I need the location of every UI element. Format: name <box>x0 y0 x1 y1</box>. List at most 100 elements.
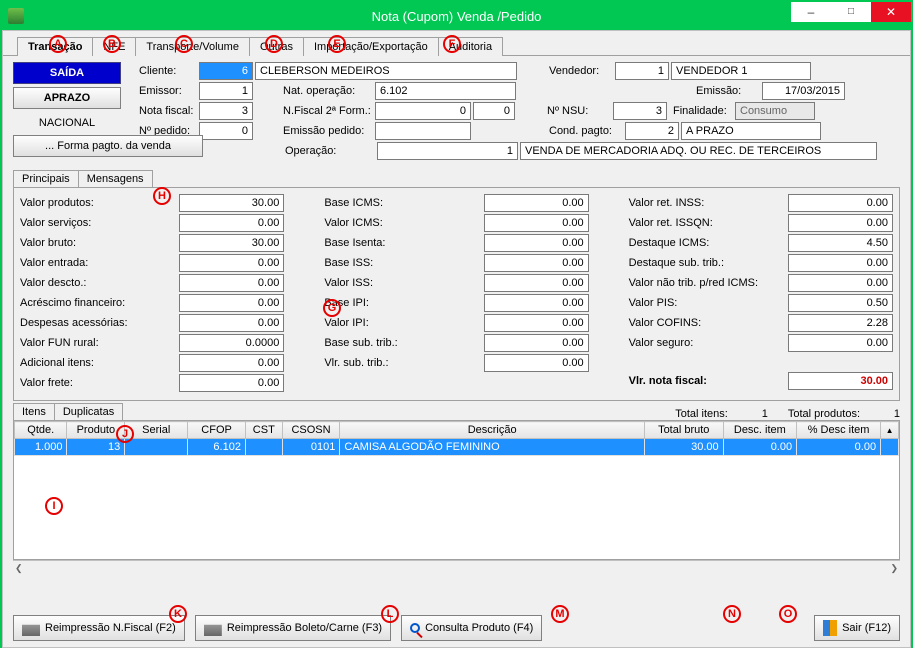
reimpressao-nfiscal-label: Reimpressão N.Fiscal (F2) <box>45 622 176 634</box>
value-label: Valor ICMS: <box>324 217 454 229</box>
vendedor-cod-input[interactable] <box>615 62 669 80</box>
cond-pagto-desc-input[interactable] <box>681 122 821 140</box>
value-input[interactable] <box>484 274 589 292</box>
vendedor-nome-input[interactable] <box>671 62 811 80</box>
value-label: Valor FUN rural: <box>20 337 150 349</box>
value-input[interactable] <box>788 314 893 332</box>
grid-scrollbar[interactable]: ❮❯ <box>13 560 900 576</box>
grid-header[interactable]: Qtde. <box>15 422 67 439</box>
tab-outras[interactable]: Outras <box>249 37 304 56</box>
grid-header[interactable]: CFOP <box>188 422 246 439</box>
tab-transporte-volume[interactable]: Transporte/Volume <box>135 37 250 56</box>
value-input[interactable] <box>179 234 284 252</box>
grid-header[interactable]: % Desc item <box>797 422 881 439</box>
value-input[interactable] <box>179 254 284 272</box>
value-input[interactable] <box>484 234 589 252</box>
value-label: Valor bruto: <box>20 237 150 249</box>
value-input[interactable] <box>179 274 284 292</box>
nfiscal2-b-input[interactable] <box>473 102 515 120</box>
grid-header[interactable]: Desc. item <box>723 422 796 439</box>
subtab-duplicatas[interactable]: Duplicatas <box>54 403 123 420</box>
tab-auditoria[interactable]: Auditoria <box>438 37 503 56</box>
nfiscal2-a-input[interactable] <box>375 102 471 120</box>
values-panel: Valor produtos:Valor serviços:Valor brut… <box>13 187 900 401</box>
operacao-desc-input[interactable] <box>520 142 877 160</box>
grid-header[interactable]: Serial <box>125 422 188 439</box>
value-input[interactable] <box>179 314 284 332</box>
nsu-input[interactable] <box>613 102 667 120</box>
close-button[interactable] <box>871 2 911 22</box>
emissao-pedido-input[interactable] <box>375 122 471 140</box>
aprazo-button[interactable]: APRAZO <box>13 87 121 109</box>
value-input[interactable] <box>179 194 284 212</box>
value-label: Valor frete: <box>20 377 150 389</box>
items-grid[interactable]: Qtde.ProdutoSerialCFOPCSTCSOSNDescriçãoT… <box>13 420 900 560</box>
value-label: Destaque sub. trib.: <box>629 257 759 269</box>
value-label: Base Isenta: <box>324 237 454 249</box>
value-input[interactable] <box>484 194 589 212</box>
value-label: Valor COFINS: <box>629 317 759 329</box>
reimpressao-nfiscal-button[interactable]: Reimpressão N.Fiscal (F2) <box>13 615 185 641</box>
num-pedido-input[interactable] <box>199 122 253 140</box>
table-row[interactable]: 1.000136.1020101CAMISA ALGODÃO FEMININO3… <box>15 439 899 456</box>
vlr-nota-fiscal-input[interactable] <box>788 372 893 390</box>
subtab-itens[interactable]: Itens <box>13 403 55 420</box>
value-label: Destaque ICMS: <box>629 237 759 249</box>
sair-button[interactable]: Sair (F12) <box>814 615 900 641</box>
nat-oper-input[interactable] <box>375 82 516 100</box>
value-input[interactable] <box>788 274 893 292</box>
value-input[interactable] <box>484 314 589 332</box>
reimpressao-boleto-button[interactable]: Reimpressão Boleto/Carne (F3) <box>195 615 391 641</box>
consulta-produto-button[interactable]: Consulta Produto (F4) <box>401 615 542 641</box>
grid-header[interactable]: CSOSN <box>282 422 340 439</box>
value-input[interactable] <box>179 354 284 372</box>
grid-header[interactable]: Descrição <box>340 422 644 439</box>
grid-scroll-up[interactable]: ▲ <box>881 422 899 439</box>
search-icon <box>410 623 420 633</box>
value-label: Valor não trib. p/red ICMS: <box>629 277 759 289</box>
value-input[interactable] <box>484 254 589 272</box>
tab-transacao[interactable]: Transação <box>17 37 93 56</box>
operacao-label: Operação: <box>285 145 377 157</box>
emissor-input[interactable] <box>199 82 253 100</box>
forma-pagto-button[interactable]: ... Forma pagto. da venda <box>13 135 203 157</box>
value-input[interactable] <box>484 214 589 232</box>
value-input[interactable] <box>484 294 589 312</box>
total-produtos-label: Total produtos: <box>788 408 860 420</box>
value-label: Valor descto.: <box>20 277 150 289</box>
subtab-principais[interactable]: Principais <box>13 170 79 187</box>
maximize-button[interactable] <box>831 2 871 22</box>
finalidade-select[interactable] <box>735 102 815 120</box>
grid-header[interactable]: Total bruto <box>644 422 723 439</box>
value-input[interactable] <box>788 194 893 212</box>
total-itens-value: 1 <box>728 408 768 420</box>
cliente-cod-input[interactable] <box>199 62 253 80</box>
vendedor-label: Vendedor: <box>549 65 615 77</box>
value-input[interactable] <box>484 334 589 352</box>
value-input[interactable] <box>788 294 893 312</box>
value-input[interactable] <box>179 334 284 352</box>
grid-header[interactable]: CST <box>245 422 282 439</box>
value-input[interactable] <box>788 254 893 272</box>
value-input[interactable] <box>179 294 284 312</box>
minimize-button[interactable] <box>791 2 831 22</box>
subtab-mensagens[interactable]: Mensagens <box>78 170 153 187</box>
value-input[interactable] <box>788 234 893 252</box>
emissao-label: Emissão: <box>696 85 762 97</box>
grid-header[interactable]: Produto <box>67 422 125 439</box>
nota-fiscal-label: Nota fiscal: <box>139 105 199 117</box>
emissao-input[interactable] <box>762 82 845 100</box>
value-input[interactable] <box>788 214 893 232</box>
nota-fiscal-input[interactable] <box>199 102 253 120</box>
value-input[interactable] <box>788 334 893 352</box>
operacao-cod-input[interactable] <box>377 142 518 160</box>
cliente-nome-input[interactable] <box>255 62 517 80</box>
value-label: Valor PIS: <box>629 297 759 309</box>
consulta-produto-label: Consulta Produto (F4) <box>425 622 533 634</box>
value-input[interactable] <box>179 214 284 232</box>
tab-nfe[interactable]: NFE <box>92 37 136 56</box>
tab-importacao-exportacao[interactable]: Importação/Exportação <box>303 37 439 56</box>
value-input[interactable] <box>179 374 284 392</box>
cond-pagto-cod-input[interactable] <box>625 122 679 140</box>
value-input[interactable] <box>484 354 589 372</box>
